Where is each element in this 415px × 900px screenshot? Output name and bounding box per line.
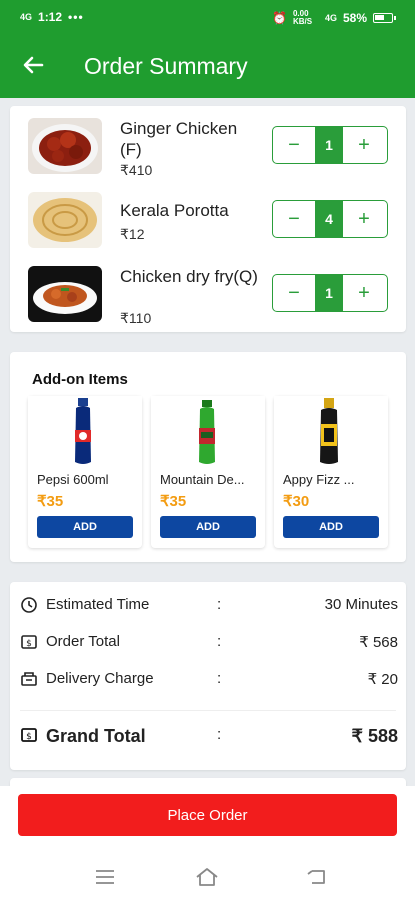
svg-text:$: $ xyxy=(26,639,32,649)
separator-colon: : xyxy=(217,670,222,687)
back-icon[interactable] xyxy=(304,864,330,890)
separator-colon: : xyxy=(217,633,222,650)
increase-button[interactable]: + xyxy=(343,127,385,163)
addon-price: ₹35 xyxy=(160,493,187,510)
place-order-bar: Place Order xyxy=(0,786,415,852)
delivery-charge-row: Delivery Charge : ₹ 20 xyxy=(10,664,406,694)
quantity-stepper: − 1 + xyxy=(272,274,388,312)
add-button[interactable]: ADD xyxy=(283,516,379,538)
item-name: Ginger Chicken (F) xyxy=(120,119,238,159)
add-button[interactable]: ADD xyxy=(160,516,256,538)
network-left: 4G xyxy=(20,12,33,22)
delivery-charge-value: ₹ 20 xyxy=(367,671,398,688)
increase-button[interactable]: + xyxy=(343,275,385,311)
quantity-value: 1 xyxy=(315,127,343,163)
item-name: Chicken dry fry(Q) xyxy=(120,267,258,286)
svg-text:$: $ xyxy=(26,732,32,742)
alarm-icon: ⏰ xyxy=(272,11,287,25)
food-image xyxy=(28,192,102,248)
grand-total-row: $ Grand Total : ₹ 588 xyxy=(10,720,406,750)
addons-card: Add-on Items Pepsi 600ml ₹35 ADD Mountai… xyxy=(10,352,406,562)
item-price: ₹12 xyxy=(120,226,145,242)
grand-total-value: ₹ 588 xyxy=(351,726,399,746)
item-price: ₹110 xyxy=(120,310,152,326)
addon-name: Mountain De... xyxy=(160,472,245,487)
page-title: Order Summary xyxy=(84,53,248,79)
addon-item[interactable]: Appy Fizz ... ₹30 ADD xyxy=(274,396,388,548)
addon-price: ₹30 xyxy=(283,493,310,510)
cart-item: Chicken dry fry(Q) ₹110 − 1 + xyxy=(10,260,406,332)
status-time: 1:12 xyxy=(38,10,63,24)
network-right: 4G xyxy=(324,13,337,23)
estimated-time-value: 30 Minutes xyxy=(324,596,398,613)
food-image xyxy=(28,118,102,174)
quantity-stepper: − 4 + xyxy=(272,200,388,238)
pepsi-bottle-image xyxy=(28,396,142,468)
addons-title: Add-on Items xyxy=(32,371,128,388)
order-total-value: ₹ 568 xyxy=(359,634,398,651)
cart-item: Ginger Chicken (F) ₹410 − 1 + xyxy=(10,112,406,184)
clock-icon xyxy=(21,597,37,613)
quantity-value: 1 xyxy=(315,275,343,311)
item-price: ₹410 xyxy=(120,162,153,178)
decrease-button[interactable]: − xyxy=(273,275,315,311)
battery-percent: 58% xyxy=(342,11,367,25)
addon-name: Appy Fizz ... xyxy=(283,472,355,487)
mountain-dew-bottle-image xyxy=(151,396,265,468)
bill-summary-card: Estimated Time : 30 Minutes $ Order Tota… xyxy=(10,582,406,770)
add-button[interactable]: ADD xyxy=(37,516,133,538)
grand-total-label: Grand Total xyxy=(46,726,146,746)
bill-icon: $ xyxy=(21,635,37,649)
cart-items-card: Ginger Chicken (F) ₹410 − 1 + Kerala Por… xyxy=(10,106,406,332)
quantity-value: 4 xyxy=(315,201,343,237)
separator-colon: : xyxy=(217,726,222,743)
battery-icon xyxy=(373,13,396,23)
more-notifications-icon: ••• xyxy=(68,10,84,24)
cart-item: Kerala Porotta ₹12 − 4 + xyxy=(10,186,406,258)
order-total-label: Order Total xyxy=(46,633,120,650)
addon-item[interactable]: Mountain De... ₹35 ADD xyxy=(151,396,265,548)
delivery-charge-label: Delivery Charge xyxy=(46,670,154,687)
app-bar: Order Summary xyxy=(0,34,415,98)
menu-icon[interactable] xyxy=(92,864,118,890)
addon-item[interactable]: Pepsi 600ml ₹35 ADD xyxy=(28,396,142,548)
status-bar: 4G 1:12 ••• ⏰ 0.00 KB/S 4G 58% xyxy=(0,0,415,34)
addon-price: ₹35 xyxy=(37,493,64,510)
home-icon[interactable] xyxy=(194,864,220,890)
separator-colon: : xyxy=(217,596,222,613)
estimated-time-label: Estimated Time xyxy=(46,596,150,613)
order-total-row: $ Order Total : ₹ 568 xyxy=(10,627,406,657)
divider xyxy=(20,710,396,711)
decrease-button[interactable]: − xyxy=(273,201,315,237)
addon-name: Pepsi 600ml xyxy=(37,472,109,487)
food-image xyxy=(28,266,102,322)
delivery-box-icon xyxy=(21,672,37,686)
net-speed: 0.00 KB/S xyxy=(292,9,313,26)
quantity-stepper: − 1 + xyxy=(272,126,388,164)
system-nav-bar xyxy=(0,852,415,900)
decrease-button[interactable]: − xyxy=(273,127,315,163)
place-order-button[interactable]: Place Order xyxy=(18,794,397,836)
increase-button[interactable]: + xyxy=(343,201,385,237)
estimated-time-row: Estimated Time : 30 Minutes xyxy=(10,590,406,620)
back-arrow-icon[interactable] xyxy=(18,50,48,80)
item-name: Kerala Porotta xyxy=(120,201,229,220)
bill-icon: $ xyxy=(21,728,37,742)
appy-fizz-bottle-image xyxy=(274,396,388,468)
